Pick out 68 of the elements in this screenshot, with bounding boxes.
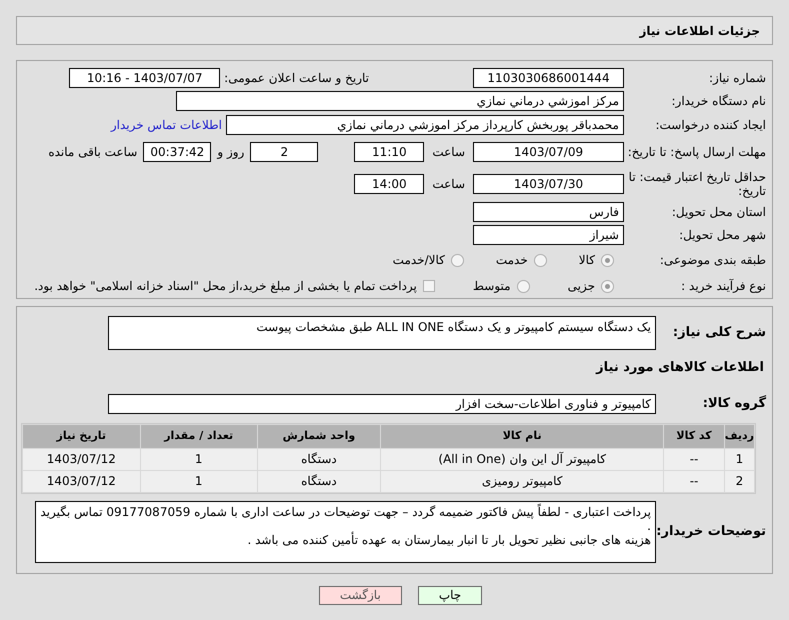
field-label: خدمت <box>496 252 528 270</box>
print-button[interactable]: چاپ <box>418 586 482 605</box>
field-label: کالا <box>578 252 595 270</box>
reply-date-field: 1403/07/09 <box>473 142 624 162</box>
column-header: ردیف <box>724 424 754 448</box>
column-header: کد کالا <box>664 424 724 448</box>
field-label: کالا/خدمت <box>392 252 445 270</box>
table-cell: 2 <box>724 470 754 492</box>
field-label: توضیحات خریدار: <box>656 524 767 538</box>
field-label: گروه کالا: <box>702 396 767 410</box>
announce-date-field: 1403/07/07 - 10:16 <box>69 68 220 88</box>
field-label: ساعت <box>432 144 465 162</box>
checkbox[interactable] <box>422 280 435 292</box>
column-header: تعداد / مقدار <box>140 424 257 448</box>
field-label: مهلت ارسال پاسخ: تا تاریخ: <box>626 145 767 160</box>
column-header: نام کالا <box>381 424 664 448</box>
buyer-org-field: مرکز اموزشي درماني نمازي <box>176 91 624 112</box>
table-cell: 1 <box>140 470 257 492</box>
field-label: شماره نیاز: <box>708 71 767 86</box>
field-label: شرح کلی نیاز: <box>672 326 767 340</box>
table-cell: دستگاه <box>258 470 380 492</box>
table-cell: کامپیوتر رومیزی <box>381 470 664 492</box>
field-label: نام دستگاه خریدار: <box>670 94 767 108</box>
field-label: روز و <box>217 144 244 162</box>
table-cell: 1403/07/12 <box>23 448 140 470</box>
table-cell: 1 <box>140 448 257 470</box>
radio-button[interactable] <box>534 254 547 267</box>
goods-group-field: کامپیوتر و فناوری اطلاعات-سخت افزار <box>108 394 656 414</box>
field-label: ایجاد کننده درخواست: <box>654 118 767 132</box>
column-header: واحد شمارش <box>258 424 380 448</box>
field-label: نوع فرآیند خرید : <box>680 279 767 294</box>
field-label: ساعت باقی مانده <box>48 144 138 162</box>
table-cell: دستگاه <box>258 448 380 470</box>
section-title: اطلاعات کالاهای مورد نیاز <box>594 359 765 377</box>
field-label: شهر محل تحویل: <box>678 228 767 242</box>
table-cell: -- <box>664 470 724 492</box>
field-label: ساعت <box>432 176 465 194</box>
field-label: استان محل تحویل: <box>670 205 767 220</box>
field-label: طبقه بندی موضوعی: <box>658 253 767 268</box>
province-field: فارس <box>473 202 624 222</box>
table-cell: 1 <box>724 448 754 470</box>
note-line: هزینه های جانبی نظیر تحویل بار تا انبار بیمارستان به عهده تأمین کننده می باشد . <box>246 532 651 546</box>
note-line: پرداخت اعتباری - لطفاً پیش فاکتور ضمیمه گردد – جهت توضیحات در ساعت اداری با شماره 09177087059 تماس بگیرید . <box>40 504 651 532</box>
back-button[interactable]: بازگشت <box>318 586 402 605</box>
table-cell: -- <box>664 448 724 470</box>
page-title: جزئیات اطلاعات نیاز <box>639 22 760 40</box>
days-field: 2 <box>250 142 318 162</box>
requester-field: محمدباقر پوربخش کارپرداز مرکز اموزشي درماني نمازي <box>226 114 624 135</box>
radio-button[interactable] <box>516 280 530 293</box>
field-label: تاریخ و ساعت اعلان عمومی: <box>224 70 369 88</box>
price-validity-time-field: 14:00 <box>354 174 424 194</box>
need-number-field: 1103030686001444 <box>473 68 624 88</box>
radio-button[interactable] <box>450 254 464 267</box>
column-header: تاریخ نیاز <box>23 424 140 448</box>
field-label: پرداخت تمام یا بخشی از مبلغ خرید،از محل "اسناد خزانه اسلامی" خواهد بود. <box>34 278 417 296</box>
radio-button[interactable] <box>601 280 614 293</box>
field-label: متوسط <box>472 278 511 296</box>
remaining-time-field: 00:37:42 <box>143 142 212 162</box>
table-cell: 1403/07/12 <box>23 470 140 492</box>
price-validity-date-field: 1403/07/30 <box>473 174 624 194</box>
buyer-contact-link[interactable]: اطلاعات تماس خریدار <box>110 116 222 134</box>
field-label: جزیی <box>568 278 595 296</box>
field-label: حداقل تاریخ اعتبار قیمت: تا تاریخ: <box>628 170 767 198</box>
table-cell: کامپیوتر آل این وان (All in One) <box>381 448 664 470</box>
description-field: یک دستگاه سیستم کامپیوتر و یک دستگاه ALL IN ONE طبق مشخصات پیوست <box>108 316 656 350</box>
radio-button[interactable] <box>601 254 614 267</box>
reply-time-field: 11:10 <box>354 142 424 162</box>
city-field: شیراز <box>473 225 624 246</box>
